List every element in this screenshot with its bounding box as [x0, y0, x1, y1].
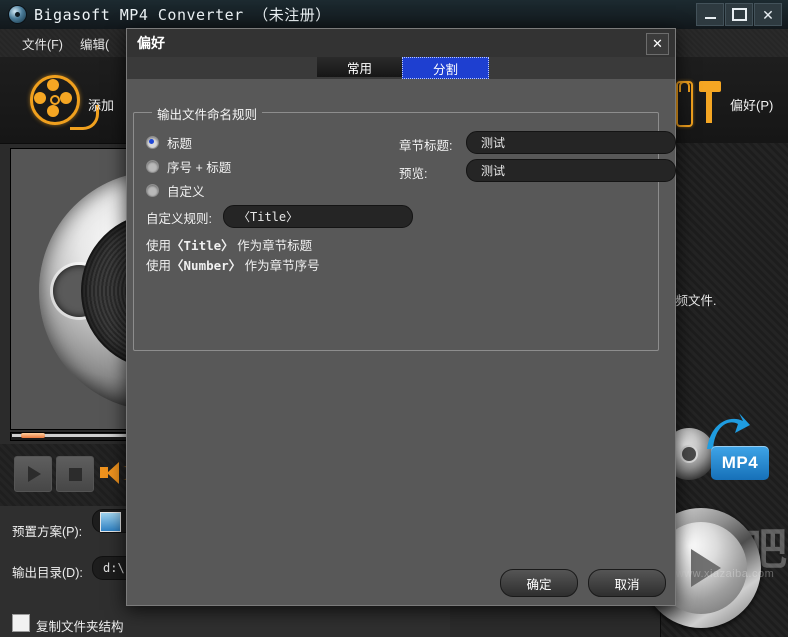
radio-icon-selected: [146, 136, 159, 149]
wrench-icon: [676, 81, 693, 127]
preferences-dialog: 偏好 ✕ 常用 分割 输出文件命名规则 标题 序号 + 标题 自定义 自定义规则…: [126, 28, 676, 606]
window-controls: ✕: [696, 3, 782, 26]
radio-option-custom[interactable]: 自定义: [146, 181, 205, 200]
dialog-title: 偏好: [137, 35, 165, 51]
application-window: Bigasoft MP4 Converter （未注册） ✕ 文件(F) 编辑(…: [0, 0, 788, 637]
close-button[interactable]: ✕: [754, 3, 782, 26]
preset-thumbnail-icon: [100, 512, 121, 532]
hint-suffix: 作为章节序号: [241, 259, 320, 273]
chapter-title-input[interactable]: 测试: [466, 131, 676, 154]
stop-button[interactable]: [56, 456, 94, 492]
output-naming-groupbox: 输出文件命名规则 标题 序号 + 标题 自定义 自定义规则: 〈Title〉 使…: [133, 104, 676, 351]
groupbox-title: 输出文件命名规则: [152, 104, 263, 123]
hint-prefix: 使用: [146, 259, 172, 273]
play-button[interactable]: [14, 456, 52, 492]
tab-general[interactable]: 常用: [317, 57, 402, 77]
window-title: Bigasoft MP4 Converter （未注册）: [34, 6, 331, 24]
dialog-footer: 确定 取消: [127, 561, 675, 605]
title-bar: Bigasoft MP4 Converter （未注册） ✕: [0, 0, 788, 30]
menu-item-file[interactable]: 文件(F): [22, 34, 63, 53]
radio-label-custom: 自定义: [167, 185, 205, 199]
radio-option-number-title[interactable]: 序号 + 标题: [146, 157, 231, 176]
preferences-button[interactable]: 偏好(P): [660, 69, 780, 131]
radio-option-title[interactable]: 标题: [146, 133, 192, 152]
hint-token-number: 〈Number〉: [171, 258, 242, 273]
volume-button[interactable]: [100, 462, 130, 484]
dialog-tab-bar: 常用 分割: [127, 57, 675, 79]
menu-item-edit[interactable]: 编辑(: [80, 34, 109, 53]
seek-handle[interactable]: [21, 433, 45, 438]
chapter-title-label: 章节标题:: [399, 139, 453, 153]
format-badge: MP4: [711, 446, 769, 480]
dialog-close-button[interactable]: ✕: [646, 33, 669, 55]
copy-folder-structure-checkbox[interactable]: [12, 614, 30, 632]
close-icon: ✕: [762, 6, 774, 23]
radio-icon: [146, 184, 159, 197]
dialog-body: 输出文件命名规则 标题 序号 + 标题 自定义 自定义规则: 〈Title〉 使…: [127, 79, 676, 605]
preview-input: 测试: [466, 159, 676, 182]
add-files-button[interactable]: 添加: [30, 69, 140, 131]
preview-label: 预览:: [399, 167, 428, 181]
dialog-title-bar: 偏好 ✕: [127, 29, 675, 57]
preset-label: 预置方案(P):: [12, 525, 83, 539]
hint-prefix: 使用: [146, 239, 172, 253]
radio-label-title: 标题: [167, 137, 193, 151]
ok-button[interactable]: 确定: [500, 569, 578, 597]
film-reel-icon: [30, 75, 99, 130]
minimize-icon: [704, 17, 716, 19]
radio-icon: [146, 160, 159, 173]
maximize-icon: [731, 8, 747, 21]
custom-rule-label: 自定义规则:: [146, 212, 212, 226]
custom-rule-input[interactable]: 〈Title〉: [223, 205, 413, 228]
minimize-button[interactable]: [696, 3, 724, 26]
app-logo-icon: [9, 6, 26, 23]
conversion-panel: 视频文件. MP4 下载吧 www.xiazaiba.com: [641, 143, 788, 637]
add-files-label: 添加: [88, 98, 115, 113]
stop-icon: [68, 467, 82, 481]
output-dir-label: 输出目录(D):: [12, 566, 83, 580]
preferences-label: 偏好(P): [730, 98, 774, 113]
hint-suffix: 作为章节标题: [233, 239, 313, 253]
cancel-button[interactable]: 取消: [588, 569, 666, 597]
tab-split[interactable]: 分割: [402, 57, 489, 79]
copy-structure-label: 复制文件夹结构: [36, 620, 124, 634]
hint-token-title: 〈Title〉: [171, 238, 234, 253]
hint-title: 使用〈Title〉 作为章节标题: [146, 235, 312, 254]
radio-label-number-title: 序号 + 标题: [167, 161, 232, 175]
maximize-button[interactable]: [725, 3, 753, 26]
play-icon: [28, 466, 41, 482]
hint-number: 使用〈Number〉 作为章节序号: [146, 255, 320, 274]
